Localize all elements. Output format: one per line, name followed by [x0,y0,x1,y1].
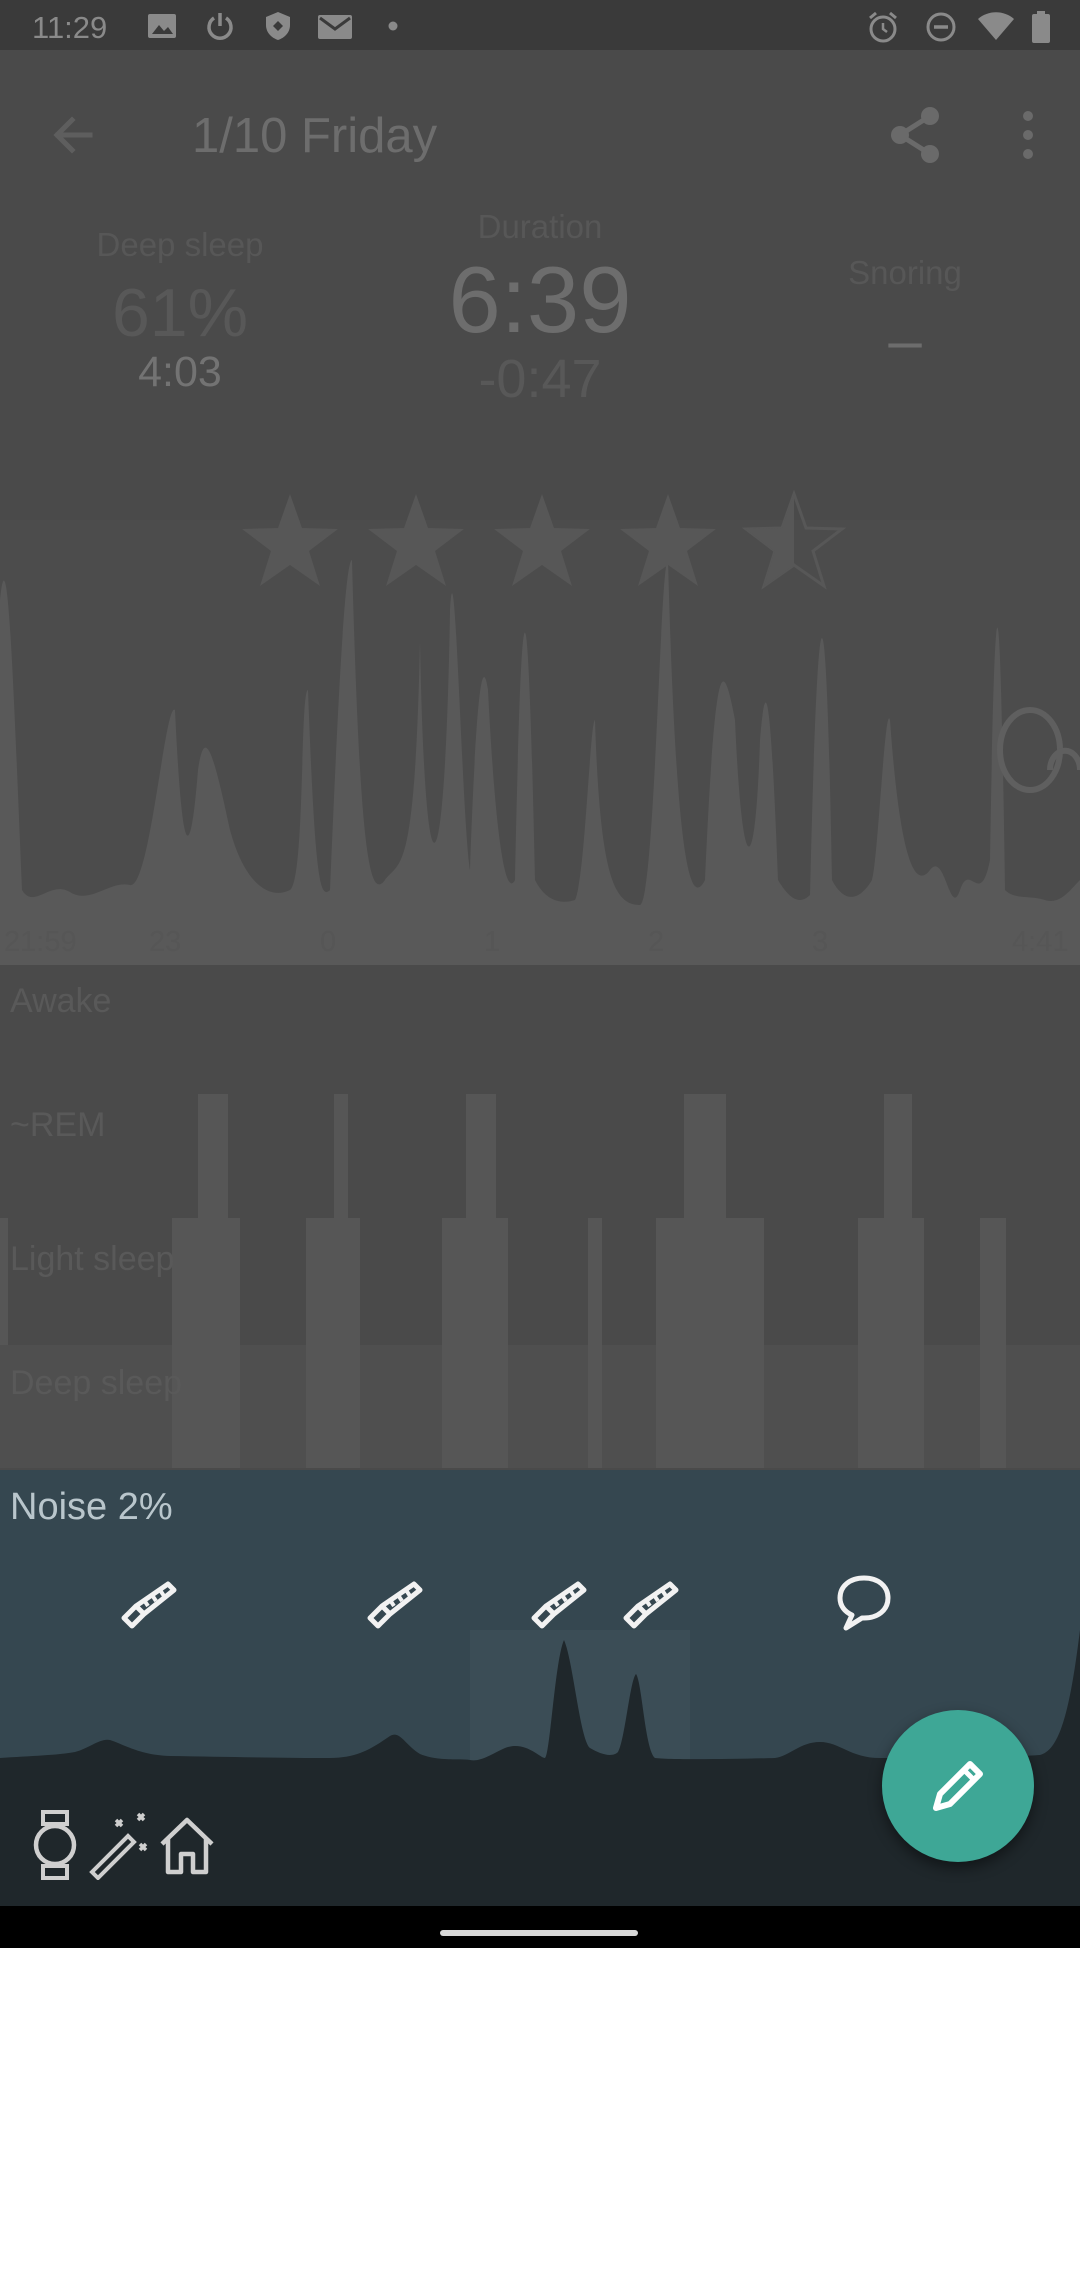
shield-icon [266,12,290,40]
magic-wand-icon[interactable] [86,1810,152,1880]
saw-icon[interactable] [618,1570,682,1634]
duration-value: 6:39 [448,247,632,352]
hour-label: 4:41 [1012,926,1069,958]
hour-label: 23 [149,926,182,958]
deep-sleep-time: 4:03 [138,348,222,396]
speech-bubble-icon[interactable] [832,1570,896,1634]
duration-stat: Duration 6:39 -0:47 [420,208,660,410]
power-icon [207,13,233,40]
star-icon[interactable] [242,494,338,586]
noise-title: Noise 2% [10,1486,173,1528]
snoring-label: Snoring [848,254,962,291]
edit-fab-button[interactable] [882,1710,1034,1862]
deep-sleep-stat: Deep sleep 61% 4:03 [80,226,280,397]
star-icon[interactable] [620,494,716,586]
mail-icon [318,15,352,39]
app-bar: 1/10 Friday [0,50,1080,220]
hypno-label-light-sleep: Light sleep [10,1240,175,1278]
do-not-disturb-icon [926,12,956,42]
watch-icon[interactable] [22,1810,88,1880]
saw-icon[interactable] [526,1570,590,1634]
dot-icon [388,21,398,31]
sleep-rating-stars[interactable] [230,486,860,596]
status-bar: 11:29 [0,0,1080,50]
duration-label: Duration [477,208,603,245]
star-icon[interactable] [368,494,464,586]
wifi-icon [978,12,1014,40]
system-navigation-bar [0,1906,1080,1948]
home-icon[interactable] [154,1810,220,1880]
screen: 11:29 1/10 Friday Deep sleep 61% 4:03 Du… [0,0,1080,1948]
more-options-icon[interactable] [1000,100,1056,170]
hour-label: 2 [648,926,665,958]
share-icon[interactable] [880,100,950,170]
hour-label: 0 [320,926,337,958]
back-arrow-icon[interactable] [40,100,110,170]
hour-label: 1 [484,926,501,958]
hypno-label-awake: Awake [10,982,112,1020]
duration-diff: -0:47 [478,349,602,409]
page-title: 1/10 Friday [192,109,438,163]
hour-label: 21:59 [4,926,77,958]
hypno-label-rem: ~REM [10,1106,106,1144]
half-star-icon[interactable] [744,492,844,588]
hour-label: 3 [812,926,829,958]
snoring-stat: Snoring – [820,254,990,375]
saw-icon[interactable] [116,1570,180,1634]
star-icon[interactable] [494,494,590,586]
alarm-icon [869,11,897,43]
home-indicator[interactable] [440,1930,638,1936]
snoring-value: – [888,307,922,374]
battery-icon [1032,11,1050,43]
saw-icon[interactable] [362,1570,426,1634]
edit-pencil-icon [933,1761,983,1811]
deep-sleep-percent: 61% [111,275,249,351]
hypno-label-deep-sleep: Deep sleep [10,1364,183,1402]
image-icon [148,14,176,38]
status-time: 11:29 [32,10,108,45]
deep-sleep-label: Deep sleep [96,226,264,263]
